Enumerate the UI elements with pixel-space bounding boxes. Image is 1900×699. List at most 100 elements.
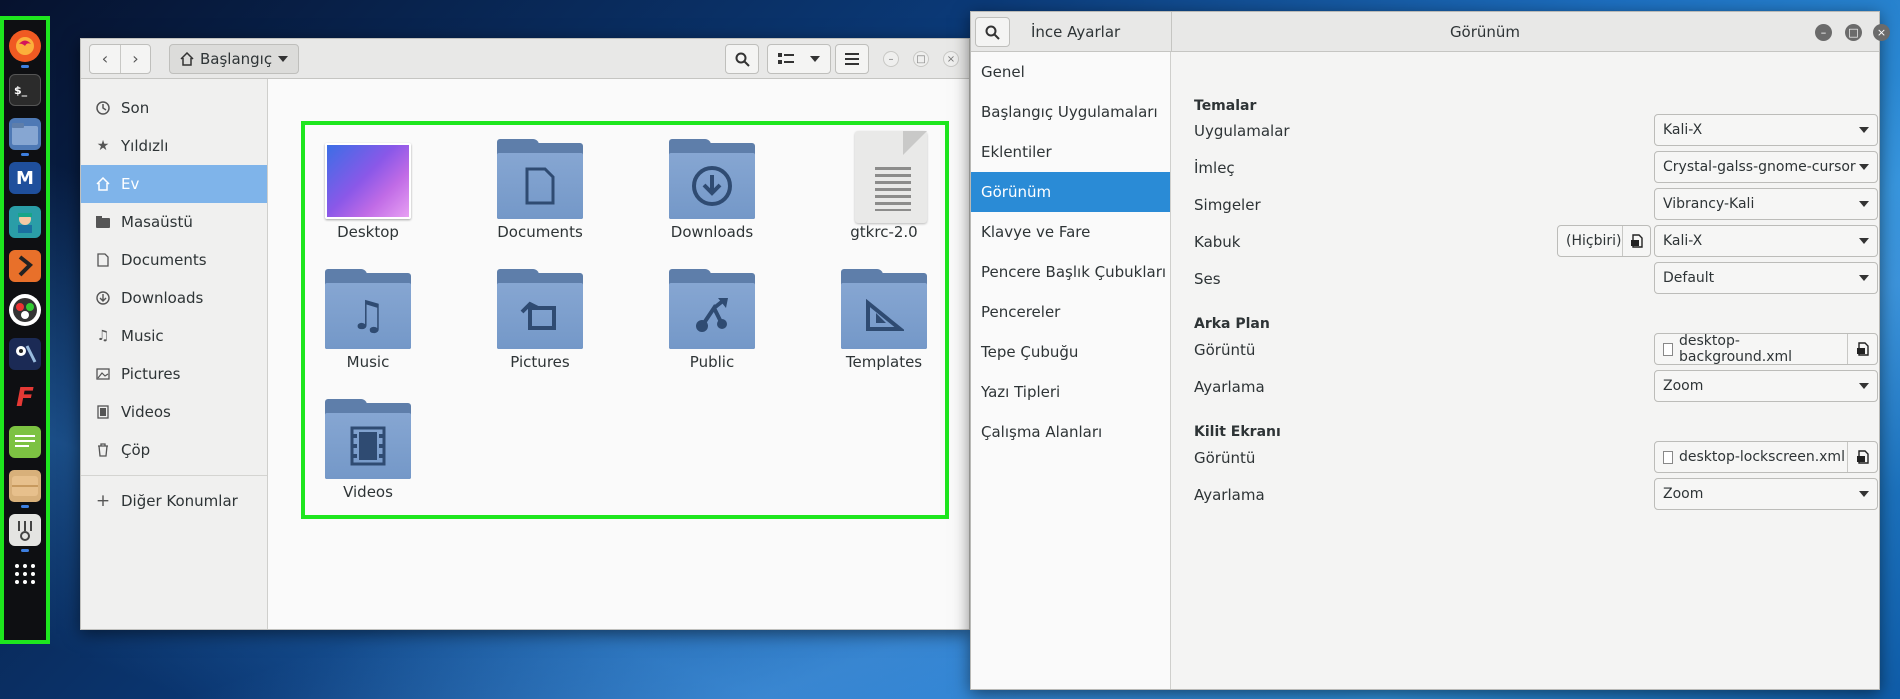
- sidebar-item-downloads[interactable]: Downloads: [81, 279, 267, 317]
- files-content: Desktop Documents Downloads gtkrc-2.0 ♫ …: [269, 79, 969, 629]
- file-name: desktop-lockscreen.xml: [1679, 449, 1845, 465]
- tweaks-item-window-titlebars[interactable]: Pencere Başlık Çubukları: [971, 252, 1170, 292]
- music-icon: ♫: [96, 328, 110, 344]
- tweaks-search-button[interactable]: [975, 17, 1010, 47]
- cursor-theme-combo[interactable]: Crystal-galss-gnome-cursor: [1654, 151, 1878, 183]
- lockscreen-image-label: Görüntü: [1194, 449, 1256, 467]
- file-item-downloads[interactable]: Downloads: [647, 139, 777, 263]
- background-adjust-combo[interactable]: Zoom: [1654, 370, 1878, 402]
- path-bar-home[interactable]: Başlangıç: [169, 43, 300, 74]
- tweaks-headerbar: İnce Ayarlar Görünüm – □ ×: [971, 12, 1890, 52]
- lockscreen-adjust-combo[interactable]: Zoom: [1654, 478, 1878, 510]
- star-icon: ★: [96, 138, 110, 154]
- terminal-icon[interactable]: $_: [9, 74, 41, 106]
- minimize-button[interactable]: –: [883, 51, 899, 67]
- beef-icon[interactable]: [9, 294, 41, 326]
- tweaks-item-label: Yazı Tipleri: [981, 383, 1061, 401]
- show-apps-icon[interactable]: [9, 558, 41, 590]
- maximize-button[interactable]: □: [1845, 24, 1862, 41]
- chevron-down-icon: [1859, 164, 1869, 170]
- open-file-icon: [1847, 442, 1877, 472]
- chevron-down-icon: [1859, 491, 1869, 497]
- nav-buttons: ‹ ›: [89, 43, 151, 74]
- combo-value: Crystal-galss-gnome-cursor: [1663, 159, 1856, 175]
- shell-theme-combo[interactable]: Kali-X: [1654, 225, 1878, 257]
- files-icon[interactable]: [9, 118, 41, 156]
- tweaks-item-fonts[interactable]: Yazı Tipleri: [971, 372, 1170, 412]
- sidebar-item-music[interactable]: ♫ Music: [81, 317, 267, 355]
- maltego-icon[interactable]: [9, 338, 41, 370]
- tweaks-item-label: Pencere Başlık Çubukları: [981, 263, 1167, 281]
- menu-button[interactable]: [835, 44, 869, 74]
- path-label: Başlangıç: [200, 49, 273, 68]
- tweaks-item-label: Çalışma Alanları: [981, 423, 1103, 441]
- lockscreen-adjust-label: Ayarlama: [1194, 486, 1265, 504]
- file-item-videos[interactable]: Videos: [303, 399, 433, 523]
- video-icon: [95, 405, 111, 419]
- sidebar-item-label: Masaüstü: [121, 213, 193, 231]
- tweaks-item-top-bar[interactable]: Tepe Çubuğu: [971, 332, 1170, 372]
- archive-icon[interactable]: [9, 470, 41, 508]
- sidebar-item-recent[interactable]: Son: [81, 89, 267, 127]
- list-view-icon: [778, 53, 794, 64]
- page-title: Görünüm: [1449, 23, 1521, 41]
- sidebar-item-home[interactable]: Ev: [81, 165, 267, 203]
- sidebar-item-documents[interactable]: Documents: [81, 241, 267, 279]
- file-item-public[interactable]: Public: [647, 269, 777, 393]
- maximize-button[interactable]: □: [913, 51, 929, 67]
- file-item-documents[interactable]: Documents: [475, 139, 605, 263]
- tweaks-item-startup-apps[interactable]: Başlangıç Uygulamaları: [971, 92, 1170, 132]
- sound-theme-combo[interactable]: Default: [1654, 262, 1878, 294]
- applications-theme-combo[interactable]: Kali-X: [1654, 114, 1878, 146]
- shell-theme-file-button[interactable]: (Hiçbiri): [1557, 225, 1651, 257]
- shell-none-label: (Hiçbiri): [1566, 233, 1622, 249]
- chevron-left-icon: ‹: [101, 49, 109, 68]
- firefox-icon[interactable]: [9, 30, 41, 68]
- tweaks-item-appearance[interactable]: Görünüm: [971, 172, 1170, 212]
- minimize-button[interactable]: –: [1815, 24, 1832, 41]
- sidebar-item-other-locations[interactable]: + Diğer Konumlar: [81, 482, 267, 520]
- metasploit-icon[interactable]: M: [9, 162, 41, 194]
- file-item-desktop[interactable]: Desktop: [303, 139, 433, 263]
- background-image-file-button[interactable]: desktop-background.xml: [1654, 333, 1878, 365]
- tweaks-item-general[interactable]: Genel: [971, 52, 1170, 92]
- tweaks-item-keyboard-mouse[interactable]: Klavye ve Fare: [971, 212, 1170, 252]
- sidebar-item-videos[interactable]: Videos: [81, 393, 267, 431]
- combo-value: Vibrancy-Kali: [1663, 196, 1755, 212]
- faraday-icon[interactable]: F: [9, 382, 41, 414]
- burpsuite-icon[interactable]: [9, 250, 41, 282]
- sidebar-item-desktop[interactable]: Masaüstü: [81, 203, 267, 241]
- sidebar-item-label: Downloads: [121, 289, 204, 307]
- back-button[interactable]: ‹: [90, 45, 120, 73]
- files-grid: Desktop Documents Downloads gtkrc-2.0 ♫ …: [301, 121, 949, 519]
- tweaks-icon[interactable]: [9, 514, 41, 552]
- close-button[interactable]: ×: [943, 51, 959, 67]
- videos-folder-icon: [325, 399, 411, 479]
- file-item-templates[interactable]: Templates: [819, 269, 949, 393]
- themes-section-title: Temalar: [1194, 98, 1257, 114]
- sidebar-item-starred[interactable]: ★ Yıldızlı: [81, 127, 267, 165]
- combo-value: Kali-X: [1663, 233, 1703, 249]
- text-editor-icon[interactable]: [9, 426, 41, 458]
- text-file-icon: [841, 131, 927, 223]
- file-item-music[interactable]: ♫ Music: [303, 269, 433, 393]
- background-image-label: Görüntü: [1194, 341, 1256, 359]
- close-button[interactable]: ×: [1873, 24, 1890, 41]
- file-item-pictures[interactable]: Pictures: [475, 269, 605, 393]
- forward-button[interactable]: ›: [120, 44, 150, 73]
- sidebar-item-pictures[interactable]: Pictures: [81, 355, 267, 393]
- file-item-label: Music: [346, 353, 390, 371]
- sidebar-item-trash[interactable]: Çöp: [81, 431, 267, 469]
- file-item-label: Templates: [845, 353, 923, 371]
- file-item-label: Public: [689, 353, 735, 371]
- icons-theme-combo[interactable]: Vibrancy-Kali: [1654, 188, 1878, 220]
- tweaks-item-windows[interactable]: Pencereler: [971, 292, 1170, 332]
- chevron-down-icon: [810, 56, 820, 62]
- search-button[interactable]: [725, 44, 759, 74]
- file-item-gtkrc[interactable]: gtkrc-2.0: [819, 131, 949, 255]
- armitage-icon[interactable]: [9, 206, 41, 238]
- lockscreen-image-file-button[interactable]: desktop-lockscreen.xml: [1654, 441, 1878, 473]
- tweaks-item-workspaces[interactable]: Çalışma Alanları: [971, 412, 1170, 452]
- view-options-button[interactable]: [767, 44, 831, 74]
- tweaks-item-extensions[interactable]: Eklentiler: [971, 132, 1170, 172]
